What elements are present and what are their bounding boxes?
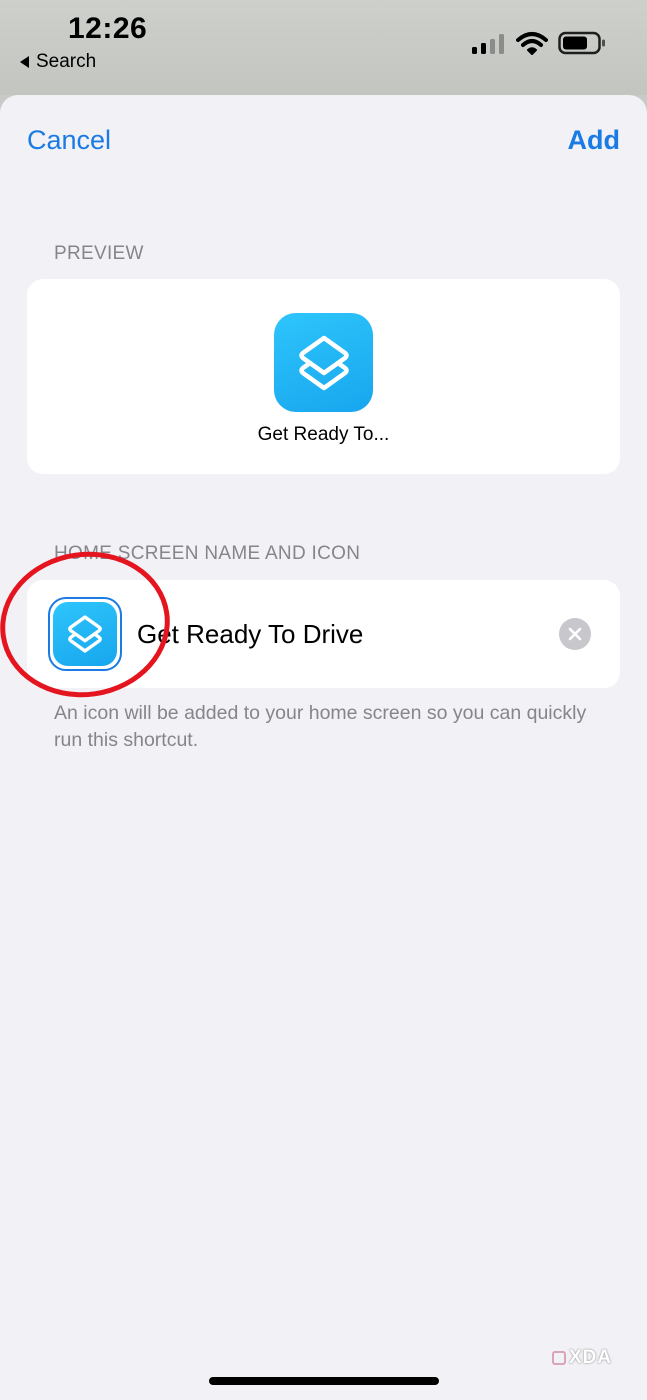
layers-glyph-icon [298, 335, 349, 390]
cancel-button[interactable]: Cancel [27, 125, 111, 156]
home-indicator[interactable] [209, 1377, 439, 1385]
back-arrow-icon [20, 56, 29, 68]
home-screen-section-header: HOME SCREEN NAME AND ICON [54, 543, 361, 564]
home-screen-name-input[interactable] [137, 612, 537, 656]
cellular-signal-icon [472, 34, 504, 54]
back-to-search-label: Search [36, 51, 97, 72]
watermark-text: XDA [569, 1347, 613, 1368]
back-to-search-link[interactable]: Search [20, 51, 96, 73]
shortcuts-icon [274, 313, 373, 412]
preview-app-label: Get Ready To... [257, 424, 390, 445]
status-time: 12:26 [68, 12, 148, 45]
add-button[interactable]: Add [568, 125, 620, 156]
clear-text-button[interactable] [559, 618, 591, 650]
home-screen-footnote: An icon will be added to your home scree… [54, 702, 587, 751]
wifi-icon [516, 32, 548, 55]
xda-logo-icon [552, 1351, 566, 1365]
home-screen-name-card [27, 580, 620, 688]
layers-glyph-icon [68, 615, 102, 653]
preview-section-header: PREVIEW [54, 243, 144, 264]
add-to-home-screen-sheet: Cancel Add PREVIEW Get Ready To... HOME … [0, 95, 647, 1400]
xda-watermark: XDA [552, 1347, 612, 1369]
shortcuts-icon [53, 602, 117, 666]
preview-card: Get Ready To... [27, 279, 620, 474]
status-bar: 12:26 Search [0, 0, 647, 95]
clear-icon [568, 627, 582, 641]
battery-icon [558, 31, 605, 55]
icon-picker-button[interactable] [48, 597, 122, 671]
